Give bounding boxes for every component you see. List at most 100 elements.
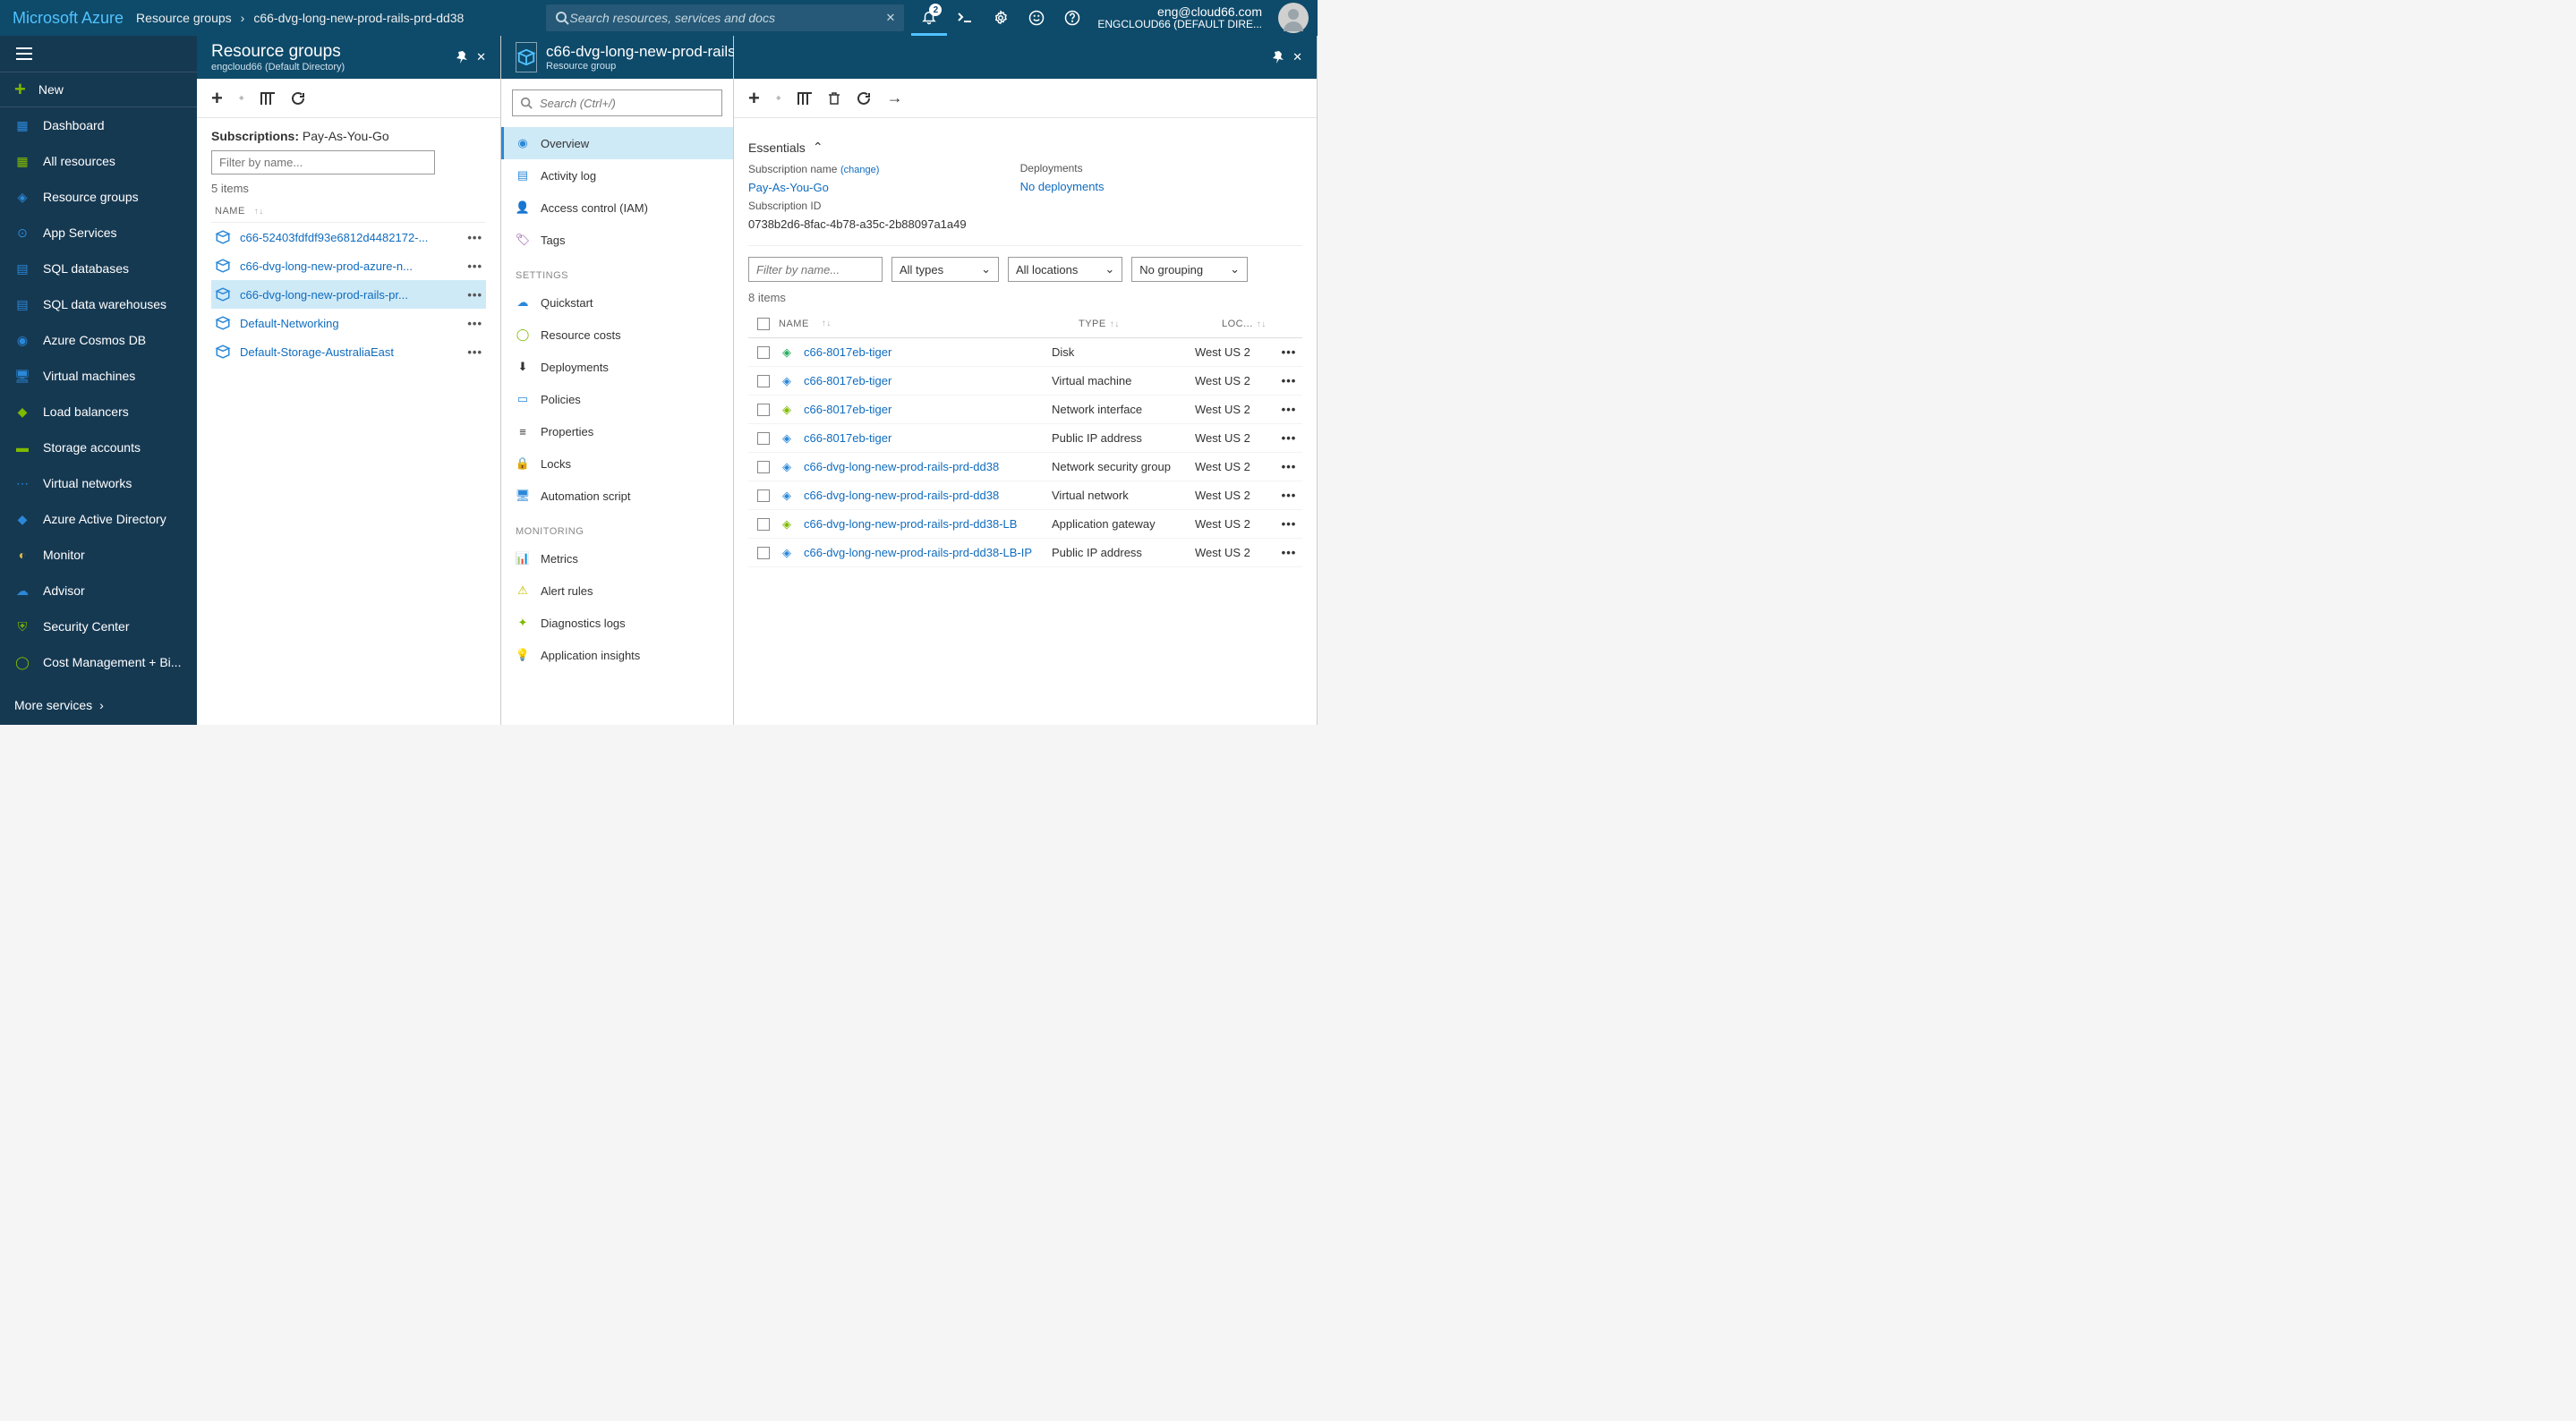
row-menu-icon[interactable]: ••• — [1282, 345, 1297, 359]
feedback-button[interactable] — [1019, 0, 1054, 36]
location-dropdown[interactable]: All locations⌄ — [1008, 257, 1122, 282]
change-link[interactable]: (change) — [840, 165, 879, 175]
resource-name[interactable]: c66-dvg-long-new-prod-rails-prd-dd38 — [804, 489, 999, 502]
row-checkbox[interactable] — [757, 432, 770, 445]
columns-button[interactable] — [798, 92, 812, 105]
row-menu-icon[interactable]: ••• — [467, 231, 482, 244]
resource-row[interactable]: ◈c66-dvg-long-new-prod-rails-prd-dd38Net… — [748, 453, 1302, 481]
tag-button[interactable]: ⬩ — [239, 90, 244, 106]
menu-item-application-insights[interactable]: 💡Application insights — [501, 639, 733, 671]
nav-item-storage-accounts[interactable]: ▬Storage accounts — [0, 430, 197, 465]
menu-item-alert-rules[interactable]: ⚠Alert rules — [501, 574, 733, 607]
col-type[interactable]: TYPE — [1079, 319, 1106, 329]
resource-row[interactable]: ◈c66-dvg-long-new-prod-rails-prd-dd38Vir… — [748, 481, 1302, 510]
resource-name[interactable]: c66-8017eb-tiger — [804, 403, 891, 416]
resource-name[interactable]: c66-8017eb-tiger — [804, 345, 891, 359]
row-checkbox[interactable] — [757, 547, 770, 559]
menu-item-metrics[interactable]: 📊Metrics — [501, 542, 733, 574]
nav-item-cost-management-bi-[interactable]: ◯Cost Management + Bi... — [0, 644, 197, 680]
nav-item-sql-databases[interactable]: ▤SQL databases — [0, 251, 197, 286]
nav-item-security-center[interactable]: ⛨Security Center — [0, 608, 197, 644]
row-menu-icon[interactable]: ••• — [467, 288, 482, 302]
tag-button[interactable]: ⬩ — [776, 90, 781, 106]
brand[interactable]: Microsoft Azure — [0, 9, 136, 28]
resource-name[interactable]: c66-8017eb-tiger — [804, 431, 891, 445]
nav-item-sql-data-warehouses[interactable]: ▤SQL data warehouses — [0, 286, 197, 322]
col-name[interactable]: NAME — [779, 319, 809, 329]
breadcrumb-resource-groups[interactable]: Resource groups — [136, 11, 232, 25]
resource-group-row[interactable]: c66-dvg-long-new-prod-rails-pr...••• — [211, 280, 486, 309]
essentials-toggle[interactable]: Essentials ⌃ — [748, 129, 1302, 162]
pin-icon[interactable] — [456, 51, 469, 64]
deployments-value[interactable]: No deployments — [1020, 180, 1105, 193]
cloud-shell-button[interactable] — [947, 0, 983, 36]
menu-item-locks[interactable]: 🔒Locks — [501, 447, 733, 480]
resource-name[interactable]: c66-dvg-long-new-prod-rails-prd-dd38 — [804, 460, 999, 473]
hamburger-button[interactable] — [0, 36, 197, 72]
help-button[interactable] — [1054, 0, 1090, 36]
row-menu-icon[interactable]: ••• — [1282, 431, 1297, 445]
resource-row[interactable]: ◈c66-8017eb-tigerNetwork interfaceWest U… — [748, 396, 1302, 424]
nav-item-resource-groups[interactable]: ◈Resource groups — [0, 179, 197, 215]
filter-input[interactable] — [211, 150, 435, 174]
more-services[interactable]: More services › — [0, 685, 197, 725]
menu-search[interactable] — [512, 89, 722, 116]
move-button[interactable]: → — [887, 89, 903, 107]
breadcrumb-current[interactable]: c66-dvg-long-new-prod-rails-prd-dd38 — [253, 11, 464, 25]
menu-item-policies[interactable]: ▭Policies — [501, 383, 733, 415]
row-checkbox[interactable] — [757, 375, 770, 387]
resource-row[interactable]: ◈c66-8017eb-tigerPublic IP addressWest U… — [748, 424, 1302, 453]
menu-item-quickstart[interactable]: ☁Quickstart — [501, 286, 733, 319]
resource-name[interactable]: c66-dvg-long-new-prod-rails-prd-dd38-LB-… — [804, 546, 1032, 559]
col-location[interactable]: LOC... — [1222, 319, 1253, 329]
row-menu-icon[interactable]: ••• — [1282, 374, 1297, 387]
row-menu-icon[interactable]: ••• — [1282, 489, 1297, 502]
sub-name-value[interactable]: Pay-As-You-Go — [748, 181, 967, 194]
row-menu-icon[interactable]: ••• — [467, 317, 482, 330]
close-icon[interactable]: ✕ — [476, 50, 486, 64]
close-icon[interactable]: ✕ — [1292, 50, 1302, 64]
row-checkbox[interactable] — [757, 404, 770, 416]
user-menu[interactable]: eng@cloud66.com ENGCLOUD66 (DEFAULT DIRE… — [1090, 5, 1269, 30]
menu-item-properties[interactable]: ≡Properties — [501, 415, 733, 447]
resource-row[interactable]: ◈c66-8017eb-tigerDiskWest US 2••• — [748, 338, 1302, 367]
row-menu-icon[interactable]: ••• — [1282, 546, 1297, 559]
clear-icon[interactable]: ✕ — [885, 11, 895, 25]
resource-row[interactable]: ◈c66-dvg-long-new-prod-rails-prd-dd38-LB… — [748, 539, 1302, 567]
grouping-dropdown[interactable]: No grouping⌄ — [1131, 257, 1248, 282]
refresh-button[interactable] — [291, 91, 305, 106]
menu-item-activity-log[interactable]: ▤Activity log — [501, 159, 733, 191]
menu-item-resource-costs[interactable]: ◯Resource costs — [501, 319, 733, 351]
menu-search-input[interactable] — [540, 97, 714, 110]
menu-item-tags[interactable]: 🏷Tags — [501, 224, 733, 256]
menu-item-deployments[interactable]: ⬇Deployments — [501, 351, 733, 383]
nav-item-azure-cosmos-db[interactable]: ◉Azure Cosmos DB — [0, 322, 197, 358]
row-checkbox[interactable] — [757, 461, 770, 473]
menu-item-access-control-iam-[interactable]: 👤Access control (IAM) — [501, 191, 733, 224]
nav-new[interactable]: + New — [0, 72, 197, 107]
nav-item-advisor[interactable]: ☁Advisor — [0, 573, 197, 608]
menu-item-diagnostics-logs[interactable]: ✦Diagnostics logs — [501, 607, 733, 639]
resource-filter-input[interactable] — [748, 257, 883, 282]
resource-name[interactable]: c66-8017eb-tiger — [804, 374, 891, 387]
row-menu-icon[interactable]: ••• — [467, 260, 482, 273]
add-button[interactable]: + — [748, 87, 760, 110]
row-checkbox[interactable] — [757, 346, 770, 359]
resource-row[interactable]: ◈c66-dvg-long-new-prod-rails-prd-dd38-LB… — [748, 510, 1302, 539]
nav-item-azure-active-directory[interactable]: ◆Azure Active Directory — [0, 501, 197, 537]
row-menu-icon[interactable]: ••• — [1282, 517, 1297, 531]
global-search[interactable]: ✕ — [546, 4, 904, 31]
nav-item-virtual-machines[interactable]: 🖥Virtual machines — [0, 358, 197, 394]
row-menu-icon[interactable]: ••• — [1282, 403, 1297, 416]
refresh-button[interactable] — [857, 91, 871, 106]
type-dropdown[interactable]: All types⌄ — [891, 257, 999, 282]
add-button[interactable]: + — [211, 87, 223, 110]
global-search-input[interactable] — [569, 11, 885, 25]
resource-group-row[interactable]: c66-52403fdfdf93e6812d4482172-...••• — [211, 223, 486, 251]
resource-name[interactable]: c66-dvg-long-new-prod-rails-prd-dd38-LB — [804, 517, 1017, 531]
columns-button[interactable] — [260, 92, 275, 105]
pin-icon[interactable] — [1273, 51, 1285, 64]
resource-group-row[interactable]: Default-Storage-AustraliaEast••• — [211, 337, 486, 366]
notifications-button[interactable]: 2 — [911, 0, 947, 36]
nav-item-load-balancers[interactable]: ◆Load balancers — [0, 394, 197, 430]
